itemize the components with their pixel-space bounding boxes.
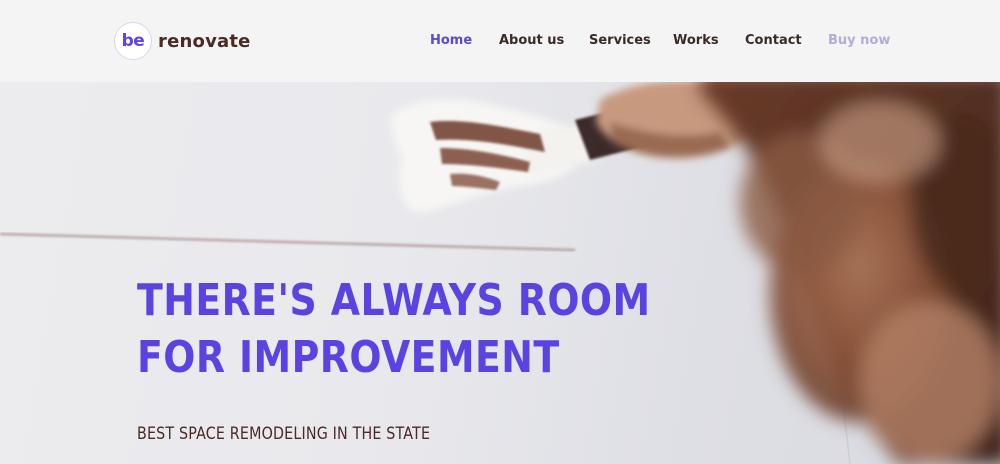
page: be renovate Home About us Services Works… xyxy=(0,0,1000,464)
main-nav: Home About us Services Works Contact Buy… xyxy=(0,31,1000,51)
nav-item-contact[interactable]: Contact xyxy=(745,31,802,51)
site-header: be renovate Home About us Services Works… xyxy=(0,0,1000,82)
hero-title: THERE'S ALWAYS ROOM FOR IMPROVEMENT xyxy=(137,272,670,386)
hero-title-line-1: THERE'S ALWAYS ROOM xyxy=(137,275,651,326)
nav-item-services[interactable]: Services xyxy=(589,31,651,51)
nav-item-home[interactable]: Home xyxy=(430,31,472,51)
hero-subtitle: BEST SPACE REMODELING IN THE STATE xyxy=(137,424,431,444)
hero-title-line-2: FOR IMPROVEMENT xyxy=(137,332,560,383)
nav-item-buy-now[interactable]: Buy now xyxy=(828,31,890,51)
hero-section: THERE'S ALWAYS ROOM FOR IMPROVEMENT BEST… xyxy=(0,82,1000,464)
nav-item-works[interactable]: Works xyxy=(673,31,719,51)
nav-item-about-us[interactable]: About us xyxy=(499,31,564,51)
